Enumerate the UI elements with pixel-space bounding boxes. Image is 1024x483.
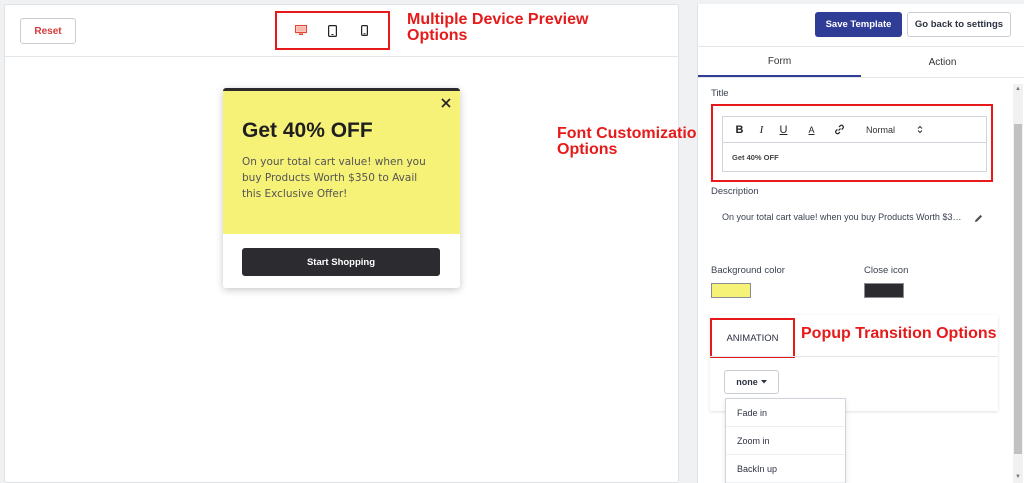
italic-icon[interactable]: I — [752, 120, 771, 139]
popup-description: On your total cart value! when you buy P… — [242, 156, 426, 200]
tablet-icon[interactable] — [322, 21, 342, 41]
animation-tab[interactable]: ANIMATION — [710, 318, 795, 358]
editor-toolbar: B I U A Normal — [723, 117, 986, 143]
preview-panel: Reset Get 40% OFF On your total cart val… — [4, 4, 679, 483]
menu-item-fade-in[interactable]: Fade in — [726, 399, 845, 427]
start-shopping-button[interactable]: Start Shopping — [242, 248, 440, 276]
title-label: Title — [711, 88, 729, 99]
select-arrows-icon — [917, 125, 923, 134]
close-icon-label: Close icon — [864, 265, 909, 276]
popup-title: Get 40% OFF — [242, 119, 373, 142]
annotation-font-custom-line1: Font Customization — [557, 125, 707, 142]
reset-button[interactable]: Reset — [20, 18, 76, 44]
background-color-label: Background color — [711, 265, 785, 276]
tab-form[interactable]: Form — [698, 47, 861, 77]
divider — [710, 356, 998, 357]
menu-item-zoom-in[interactable]: Zoom in — [726, 427, 845, 455]
caret-down-icon — [760, 380, 767, 384]
tab-action[interactable]: Action — [861, 47, 1024, 77]
popup-preview: Get 40% OFF On your total cart value! wh… — [223, 88, 460, 288]
scroll-up-icon[interactable]: ▲ — [1014, 85, 1022, 93]
menu-item-backin-up[interactable]: BackIn up — [726, 455, 845, 483]
link-icon[interactable] — [830, 120, 849, 139]
scroll-down-icon[interactable]: ▼ — [1014, 473, 1022, 481]
scrollbar[interactable]: ▲ ▼ — [1013, 84, 1023, 483]
background-color-swatch[interactable] — [711, 283, 751, 298]
underline-icon[interactable]: U — [774, 120, 793, 139]
settings-panel: Save Template Go back to settings Form A… — [697, 4, 1024, 483]
settings-tabs: Form Action — [698, 46, 1024, 78]
annotation-popup-transition: Popup Transition Options — [801, 325, 997, 342]
annotation-device-preview-line2: Options — [407, 27, 468, 44]
editor-content[interactable]: Get 40% OFF — [723, 143, 986, 162]
scrollbar-thumb[interactable] — [1014, 124, 1022, 454]
animation-dropdown-menu: Fade in Zoom in BackIn up — [725, 398, 846, 483]
font-size-select[interactable]: Normal — [866, 125, 923, 135]
title-editor-highlight: B I U A Normal Get 40% OFF — [711, 104, 993, 182]
save-template-button[interactable]: Save Template — [815, 12, 902, 37]
annotation-device-preview-line1: Multiple Device Preview — [407, 11, 589, 28]
bold-icon[interactable]: B — [730, 120, 749, 139]
device-preview-switcher — [275, 11, 390, 50]
text-color-icon[interactable]: A — [802, 120, 821, 139]
title-editor: B I U A Normal Get 40% OFF — [722, 116, 987, 172]
animation-selected-value: none — [736, 377, 758, 387]
mobile-icon[interactable] — [354, 21, 374, 41]
description-label: Description — [711, 186, 759, 197]
font-size-value: Normal — [866, 124, 896, 135]
close-icon-color-swatch[interactable] — [864, 283, 904, 298]
pencil-icon[interactable] — [973, 211, 985, 223]
close-icon[interactable] — [439, 96, 453, 110]
description-value[interactable]: On your total cart value! when you buy P… — [722, 212, 966, 222]
desktop-icon[interactable] — [291, 21, 311, 41]
go-back-button[interactable]: Go back to settings — [907, 12, 1011, 37]
animation-select[interactable]: none — [724, 370, 779, 394]
annotation-font-custom-line2: Options — [557, 141, 618, 158]
